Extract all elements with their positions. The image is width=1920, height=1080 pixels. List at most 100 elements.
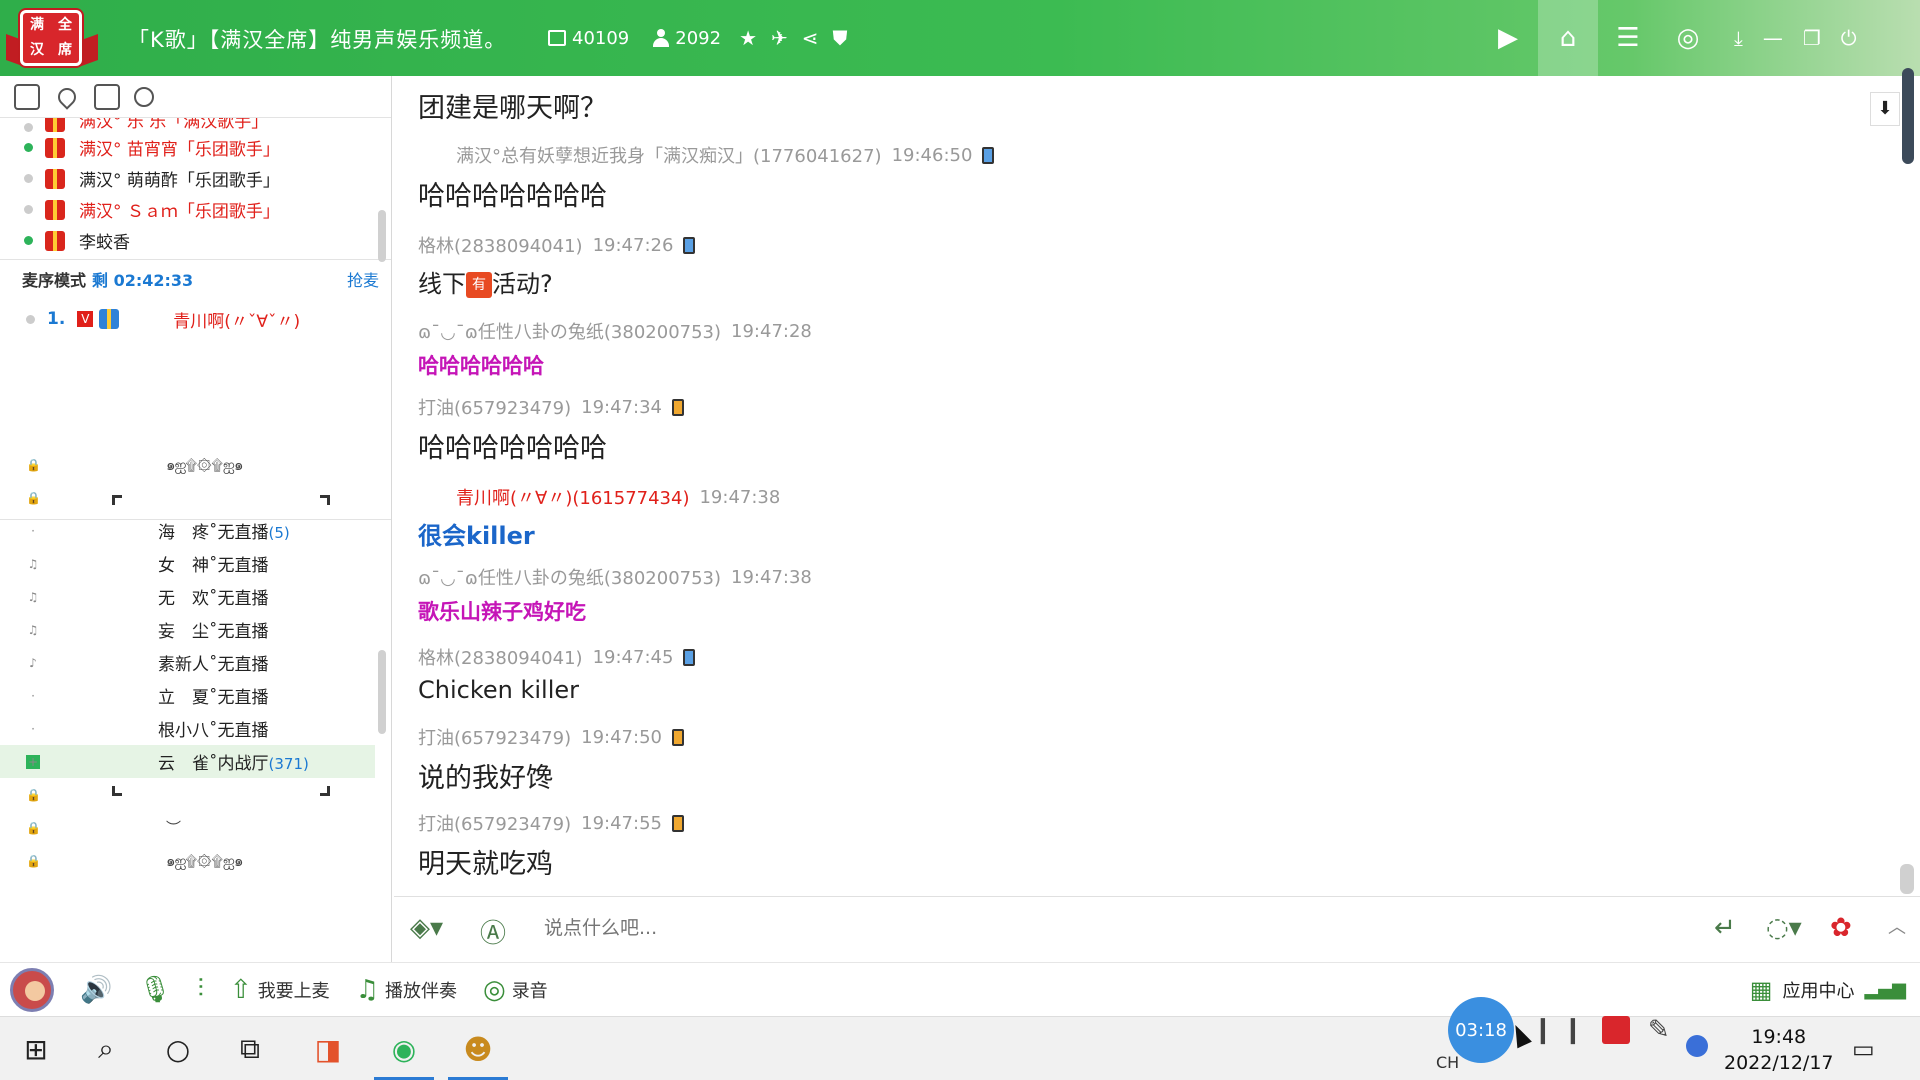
wechat-icon[interactable]: ◉ <box>374 1017 434 1080</box>
message-time: 19:47:34 <box>581 396 662 418</box>
stop-icon[interactable] <box>1601 1016 1630 1044</box>
scrollbar[interactable] <box>378 650 386 734</box>
minimize-icon[interactable]: — <box>1763 26 1783 50</box>
room-divider[interactable]: 🔒 ๑ஐ۩۞۩ஐ๑ <box>0 844 392 877</box>
user-list-item[interactable]: 满汉° 苗宵宵「乐团歌手」 <box>0 132 391 163</box>
room-item[interactable]: · 根小八˚无直播 <box>0 712 392 745</box>
expand-icon[interactable]: + <box>26 754 40 769</box>
gift-icon <box>45 199 65 220</box>
gift-icon <box>45 230 65 251</box>
room-name: 海 疼˚无直播 <box>158 523 269 543</box>
restore-icon[interactable]: ❐ <box>1803 26 1821 50</box>
sender-name[interactable]: 打油(657923479) <box>418 810 571 836</box>
user-list-item[interactable]: 满汉° 萌萌酢「乐团歌手」 <box>0 163 391 194</box>
action-center-icon[interactable]: ▭ <box>1852 1035 1875 1063</box>
message-time: 19:47:50 <box>581 726 662 748</box>
avatar[interactable] <box>10 967 54 1012</box>
room-bracket[interactable]: 🔒 <box>0 481 392 514</box>
chat-scrollbar-bottom[interactable] <box>1900 864 1914 894</box>
app-center-link[interactable]: 应用中心 <box>1782 977 1854 1003</box>
room-item[interactable]: · 海 疼˚无直播(5) <box>0 514 392 547</box>
sender-name[interactable]: 格林(2838094041) <box>418 644 583 670</box>
room-item[interactable]: · 立 夏˚无直播 <box>0 679 392 712</box>
person-icon[interactable] <box>14 83 40 110</box>
message-text: 哈哈哈哈哈哈 <box>418 354 544 378</box>
chat-input[interactable] <box>544 917 1444 939</box>
mic-mode-label: 麦序模式 <box>22 271 87 290</box>
office-icon[interactable]: ◨ <box>298 1017 358 1080</box>
search-icon[interactable] <box>134 86 154 107</box>
scrollbar[interactable] <box>378 210 386 262</box>
windows-start-icon[interactable]: ⊞ <box>6 1017 66 1080</box>
gamepad-emoji-icon[interactable]: ◈▾ <box>410 913 443 943</box>
user-list-item[interactable]: 满汉° 乐 乐「满汉歌手」 <box>0 118 391 132</box>
notification-app-icon[interactable] <box>1686 1035 1708 1057</box>
flower-icon[interactable]: ✿ <box>1830 913 1852 943</box>
pause-icon[interactable]: ❙ ❙ <box>1532 1015 1584 1045</box>
share-icon[interactable]: ⋖ <box>802 26 819 50</box>
chat-scrollbar[interactable] <box>1902 68 1914 164</box>
star-icon[interactable]: ★ <box>739 26 757 50</box>
sender-name[interactable]: 满汉°总有妖孽想近我身「满汉痴汉」(1776041627) <box>456 142 882 168</box>
room-item[interactable]: ♫ 女 神˚无直播 <box>0 547 392 580</box>
sender-name[interactable]: 打油(657923479) <box>418 394 571 420</box>
list-icon[interactable]: ☰ <box>1598 0 1658 76</box>
power-icon[interactable]: ⏻ <box>1841 26 1857 50</box>
home-icon[interactable]: ⌂ <box>1538 0 1598 76</box>
gamepad-icon[interactable]: ◎ <box>1658 0 1718 76</box>
play-accompaniment-button[interactable]: ♫ 播放伴奏 <box>356 975 457 1005</box>
room-type-icon: · <box>31 721 35 736</box>
video-icon[interactable]: ▶ <box>1478 0 1538 76</box>
plane-icon[interactable]: ✈ <box>771 26 788 50</box>
id-icon <box>548 30 566 46</box>
go-on-mic-button[interactable]: ⇧ 我要上麦 <box>230 975 330 1005</box>
text-style-icon[interactable]: Ⓐ <box>480 913 506 950</box>
message-time: 19:47:26 <box>592 234 674 256</box>
expand-icon[interactable]: ︿ <box>1888 913 1906 939</box>
sender-name[interactable]: 青川啊(〃∀〃)(161577434) <box>456 484 689 510</box>
user-name: 满汉° Ｓａｍ「乐团歌手」 <box>79 202 280 222</box>
search-icon[interactable]: ⌕ <box>76 1017 136 1080</box>
room-item[interactable]: ♪ 素新人˚无直播 <box>0 646 392 679</box>
grab-mic-link[interactable]: 抢麦 <box>347 267 379 291</box>
pen-icon[interactable]: ✎ <box>1648 1015 1670 1045</box>
chat-message: 格林(2838094041) 19:47:26 线下有活动? <box>418 232 696 299</box>
user-name: 李蛟香 <box>79 233 130 253</box>
location-icon[interactable] <box>54 83 80 110</box>
queue-item[interactable]: 1. V 青川啊(〃ˇ∀ˇ〃) <box>0 306 391 332</box>
shield-icon[interactable]: ⛊ <box>833 26 848 50</box>
device-icon <box>683 648 696 666</box>
scroll-down-button[interactable]: ⬇ <box>1870 92 1900 126</box>
room-bracket[interactable]: 🔒 <box>0 778 392 811</box>
cortana-icon[interactable]: ○ <box>148 1017 208 1080</box>
system-clock[interactable]: 19:48 2022/12/17 <box>1724 1024 1834 1076</box>
yy-app-icon[interactable]: ☻ <box>448 1017 508 1080</box>
sender-name[interactable]: 格林(2838094041) <box>418 232 583 258</box>
room-list: 🔒 ๑ஐ۩۞۩ஐ๑ 🔒 · 海 疼˚无直播(5) ♫ 女 神˚无直播 ♫ 无 欢˚无直播 ♫ 妄 尘… <box>0 448 392 916</box>
room-item[interactable]: + 云 雀˚内战厅(371) <box>0 745 375 778</box>
speaker-icon[interactable]: 🔊 <box>80 975 112 1005</box>
user-list-item[interactable]: 李蛟香 <box>0 225 391 256</box>
task-view-icon[interactable]: ⧉ <box>220 1017 280 1080</box>
chat-bubble-icon[interactable]: ◌▾ <box>1766 913 1802 943</box>
room-divider[interactable]: 🔒 ๑ஐ۩۞۩ஐ๑ <box>0 448 392 481</box>
room-type-icon: ♪ <box>29 655 37 670</box>
send-icon[interactable]: ↵ <box>1714 913 1736 943</box>
record-button[interactable]: ◎ 录音 <box>483 975 548 1005</box>
status-dot <box>26 314 35 324</box>
user-list-item[interactable]: 满汉° Ｓａｍ「乐团歌手」 <box>0 194 391 225</box>
equalizer-icon[interactable]: ⫶ <box>197 974 204 1005</box>
microphone-icon[interactable]: 🎙 <box>138 975 171 1005</box>
message-text: 歌乐山辣子鸡好吃 <box>418 600 586 624</box>
sender-name[interactable]: ɷ¯◡¯ɷ任性八卦の兔纸(380200753) <box>418 564 721 590</box>
notes-icon[interactable] <box>94 83 120 110</box>
sender-name[interactable]: ɷ¯◡¯ɷ任性八卦の兔纸(380200753) <box>418 318 721 344</box>
room-name: 立 夏˚无直播 <box>158 688 269 708</box>
room-item[interactable]: ♫ 无 欢˚无直播 <box>0 580 392 613</box>
sender-name[interactable]: 打油(657923479) <box>418 724 571 750</box>
room-item[interactable]: ♫ 妄 尘˚无直播 <box>0 613 392 646</box>
app-grid-icon[interactable]: ▦ <box>1750 976 1773 1004</box>
room-divider[interactable]: 🔒 ︶ <box>0 811 392 844</box>
download-icon[interactable]: ⤓ <box>1734 26 1743 50</box>
chat-message: ɷ¯◡¯ɷ任性八卦の兔纸(380200753) 19:47:28 哈哈哈哈哈哈 <box>418 318 812 380</box>
